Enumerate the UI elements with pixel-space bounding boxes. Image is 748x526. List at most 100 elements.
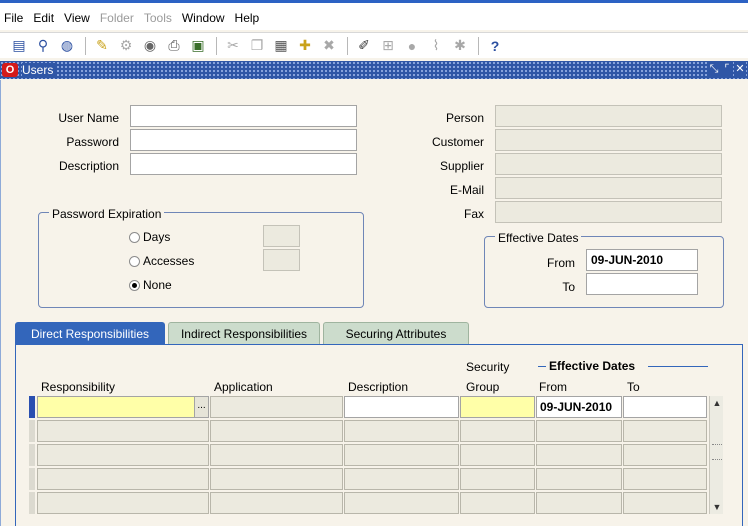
close-icon[interactable]: ✕ [734, 62, 746, 76]
row-indicator[interactable] [29, 492, 35, 514]
menu-window[interactable]: Window [182, 11, 225, 25]
toolbar-separator [347, 36, 348, 55]
description-cell[interactable] [344, 468, 459, 490]
to-date-cell[interactable] [623, 444, 707, 466]
current-row-indicator[interactable] [29, 396, 35, 418]
to-date-cell[interactable] [623, 396, 707, 418]
accesses-field[interactable] [263, 249, 300, 271]
scroll-up-icon[interactable]: ▲ [710, 396, 724, 410]
menu-help[interactable]: Help [235, 11, 260, 25]
menu-tools[interactable]: Tools [144, 11, 172, 25]
menu-edit[interactable]: Edit [33, 11, 54, 25]
none-radio-row[interactable]: None [129, 278, 172, 292]
responsibility-cell[interactable] [37, 420, 209, 442]
email-field[interactable] [495, 177, 722, 199]
responsibility-cell[interactable] [37, 396, 195, 418]
days-field[interactable] [263, 225, 300, 247]
delete-icon[interactable]: ✖ [318, 36, 340, 56]
supplier-field[interactable] [495, 153, 722, 175]
toolbar-separator [85, 36, 86, 55]
responsibility-cell[interactable] [37, 468, 209, 490]
application-cell[interactable] [210, 492, 343, 514]
zoom-icon[interactable]: ⊞ [377, 36, 399, 56]
switch-responsibility-icon[interactable]: ◉ [139, 36, 161, 56]
responsibility-lov-button[interactable]: ... [194, 396, 209, 418]
scroll-down-icon[interactable]: ▼ [710, 500, 724, 514]
print-icon[interactable]: ⎙ [163, 36, 185, 56]
fax-field[interactable] [495, 201, 722, 223]
days-radio[interactable] [129, 231, 140, 243]
customer-field[interactable] [495, 129, 722, 151]
days-radio-row[interactable]: Days [129, 230, 170, 244]
save-icon[interactable]: ✎ [91, 36, 113, 56]
from-date-cell[interactable] [536, 444, 622, 466]
security-group-cell[interactable] [460, 420, 535, 442]
to-date-field[interactable] [586, 273, 698, 295]
from-date-field[interactable]: 09-JUN-2010 [586, 249, 698, 271]
row-indicator[interactable] [29, 420, 35, 442]
accesses-radio[interactable] [129, 255, 140, 267]
password-expiration-title: Password Expiration [49, 207, 165, 221]
maximize-icon[interactable]: ⌜ [721, 62, 733, 76]
help-icon[interactable]: ? [484, 36, 506, 56]
application-cell[interactable] [210, 420, 343, 442]
security-group-cell[interactable] [460, 396, 535, 418]
new-record-icon[interactable]: ▤ [8, 36, 30, 56]
security-group-cell[interactable] [460, 444, 535, 466]
find-icon[interactable]: ⚲ [32, 36, 54, 56]
responsibilities-scrollbar[interactable]: ▲ ▼ [709, 396, 723, 514]
menu-view[interactable]: View [64, 11, 90, 25]
restore-icon[interactable]: ⤡ [708, 62, 720, 76]
to-date-cell[interactable] [623, 468, 707, 490]
security-group-cell[interactable] [460, 492, 535, 514]
description-cell[interactable] [344, 396, 459, 418]
menu-folder[interactable]: Folder [100, 11, 134, 25]
description-field[interactable] [130, 153, 357, 175]
row-indicator[interactable] [29, 468, 35, 490]
application-cell[interactable] [210, 468, 343, 490]
to-date-cell[interactable] [623, 420, 707, 442]
customer-label: Customer [431, 135, 484, 149]
description-cell[interactable] [344, 492, 459, 514]
new-icon[interactable]: ✚ [294, 36, 316, 56]
copy-icon[interactable]: ❐ [246, 36, 268, 56]
window-title-bar: O Users ⤡ ⌜ ✕ [0, 61, 748, 79]
translations-icon[interactable]: ● [401, 36, 423, 56]
description-label: Description [58, 159, 119, 173]
accesses-radio-row[interactable]: Accesses [129, 254, 194, 268]
scroll-thumb[interactable] [712, 444, 722, 460]
row-indicator[interactable] [29, 444, 35, 466]
description-cell[interactable] [344, 420, 459, 442]
from-date-cell[interactable] [536, 468, 622, 490]
from-date-cell[interactable] [536, 420, 622, 442]
paste-icon[interactable]: ▦ [270, 36, 292, 56]
next-step-icon[interactable]: ⚙ [115, 36, 137, 56]
from-date-cell[interactable] [536, 492, 622, 514]
navigator-icon[interactable]: ◍ [56, 36, 78, 56]
tab-securing-attributes[interactable]: Securing Attributes [323, 322, 469, 344]
close-form-icon[interactable]: ▣ [187, 36, 209, 56]
user-name-field[interactable] [130, 105, 357, 127]
security-group-header: Group [466, 380, 500, 394]
application-cell[interactable] [210, 396, 343, 418]
window-controls: ⤡ ⌜ ✕ [707, 62, 746, 76]
folder-tools-icon[interactable]: ✱ [449, 36, 471, 56]
supplier-label: Supplier [439, 159, 484, 173]
application-cell[interactable] [210, 444, 343, 466]
to-date-cell[interactable] [623, 492, 707, 514]
edit-field-icon[interactable]: ✐ [353, 36, 375, 56]
responsibility-cell[interactable] [37, 492, 209, 514]
description-cell[interactable] [344, 444, 459, 466]
security-group-cell[interactable] [460, 468, 535, 490]
menu-file[interactable]: File [4, 11, 23, 25]
none-label: None [143, 278, 172, 292]
tab-indirect-responsibilities[interactable]: Indirect Responsibilities [168, 322, 320, 344]
none-radio[interactable] [129, 279, 140, 291]
attachments-icon[interactable]: ⌇ [425, 36, 447, 56]
from-date-cell[interactable]: 09-JUN-2010 [536, 396, 622, 418]
tab-direct-responsibilities[interactable]: Direct Responsibilities [15, 322, 165, 344]
password-field[interactable] [130, 129, 357, 151]
person-field[interactable] [495, 105, 722, 127]
cut-icon[interactable]: ✂ [222, 36, 244, 56]
responsibility-cell[interactable] [37, 444, 209, 466]
